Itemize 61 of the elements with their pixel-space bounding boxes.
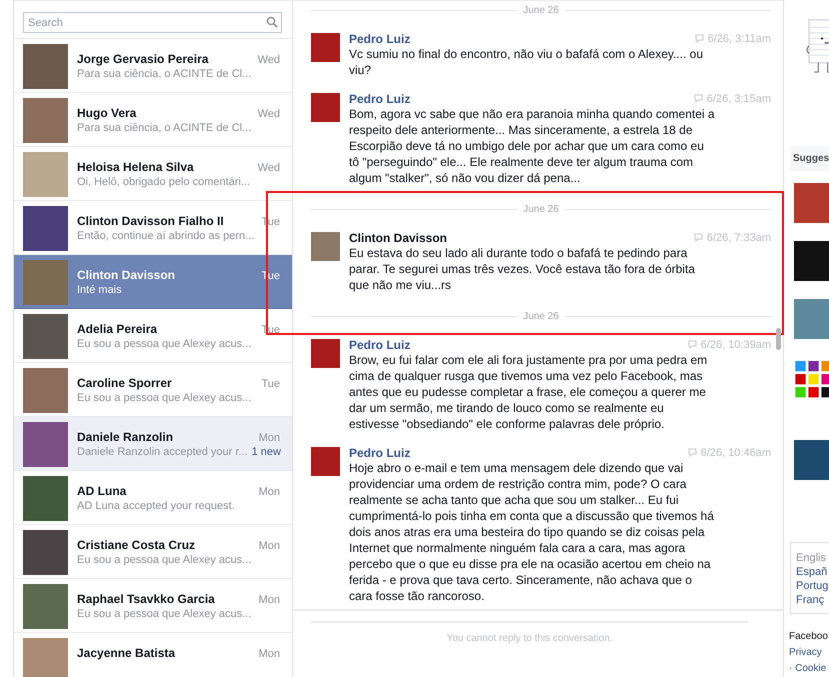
contact-name: Jorge Gervasio Pereira	[77, 52, 208, 66]
contact-name: Daniele Ranzolin	[77, 430, 174, 444]
conversation-time: Wed	[258, 54, 280, 66]
message-text: Hoje abro o e-mail e tem uma mensagem dele dizendo que vai providenciar uma ordem de restrição contra mim, pode? O cara realmente se acha tanto que acha que sou um stalker... Eu fui cumprimentá-lo pois tinha em conta que a discussão que tivemos há dois anos atras era uma besteira do tipo quando se diz coisas pela Internet que normalmente ninguém fala cara a cara, mas agora percebo que o que eu disse pra ele na ocasião acertou em cheio na ferida - e prova que tava certo. Sinceramente, não achava que o cara fosse tão rancoroso.	[349, 460, 715, 604]
message-preview: Oi, Helô, obrigado pelo comentári...	[77, 176, 250, 188]
message-text: Eu estava do seu lado ali durante todo o bafafá te pedindo para parar. Te segurei umas três vezes. Você estava tão fora de órbita que não me viu...rs	[349, 245, 696, 293]
contact-name: Cristiane Costa Cruz	[77, 538, 196, 552]
footer-link[interactable]: · Cookie	[789, 661, 829, 677]
message-preview: AD Luna accepted your request.	[77, 500, 235, 512]
contact-name: Clinton Davisson	[77, 268, 176, 282]
message-time: 6/26, 3:15am	[706, 92, 771, 104]
conversation-time: Mon	[258, 648, 280, 660]
message-preview: Eu sou a pessoa que Alexey acus...	[77, 608, 252, 620]
date-separator: June 26	[523, 5, 559, 16]
language-link[interactable]: Portug	[796, 579, 829, 594]
conversation-time: Tue	[261, 378, 280, 390]
contact-name: Adelia Pereira	[77, 322, 158, 336]
date-separator: June 26	[523, 311, 559, 322]
date-separator: June 26	[523, 204, 559, 215]
message-time: 6/26, 3:11am	[708, 32, 771, 44]
message-text: Bom, agora vc sabe que não era paranoia minha quando comentei a respeito dele anteriormente... Mas sinceramente, a estrela 18 de Escorpião deve tá no umbigo dele por achar que um cara como eu tô "perseguindo" ele... Ele realmente deve ter algum trauma com algum "stalker", só não vou dizer dá pena...	[349, 106, 716, 186]
suggestions-heading: Sugges	[790, 146, 829, 171]
contact-name: Caroline Sporrer	[77, 376, 172, 390]
sender-name[interactable]: Pedro Luiz	[349, 338, 410, 352]
message-preview: Para sua ciência, o ACINTE de Cl...	[77, 122, 252, 134]
message-text: Vc sumiu no final do encontro, não viu o bafafá com o Alexey.... ou viu?	[349, 46, 704, 78]
conversation-item[interactable]: Daniele Ranzolin Mon Daniele Ranzolin accepted your r... 1 new	[14, 417, 292, 471]
message-preview: Eu sou a pessoa que Alexey acus...	[77, 554, 252, 566]
message-preview: Eu sou a pessoa que Alexey acus...	[77, 392, 252, 404]
new-count: 1 new	[252, 446, 281, 458]
footer-link[interactable]: Privacy	[789, 645, 829, 661]
contact-name: Jacyenne Batista	[77, 646, 176, 660]
message-preview: Eu sou a pessoa que Alexey acus...	[77, 338, 252, 350]
contact-name: Clinton Davisson Fialho II	[77, 214, 224, 228]
contact-name: AD Luna	[77, 484, 126, 498]
language-link[interactable]: Españ	[796, 565, 829, 580]
sender-name[interactable]: Pedro Luiz	[349, 92, 410, 106]
conversation-time: Mon	[258, 594, 280, 606]
language-link[interactable]: Franç	[796, 593, 829, 608]
message-text: Brow, eu fui falar com ele ali fora justamente pra por uma pedra em cima de qualquer rusga que tivemos uma vez pelo Facebook, mas antes que eu pudesse completar a frase, ele começou a querer me dar um sermão, me tirando de louco como se realmente eu estivesse "obsediando" ele conforme palavras dele próprio.	[349, 352, 708, 432]
message-time: 6/26, 10:46am	[700, 446, 771, 458]
conversation-time: Wed	[258, 108, 280, 120]
conversation-time: Wed	[258, 162, 280, 174]
message-time: 6/26, 7:33am	[706, 232, 771, 244]
message-preview: Inté mais	[77, 284, 122, 296]
message-preview: Então, continue aí abrindo as pern...	[77, 230, 254, 242]
contact-name: Hugo Vera	[77, 106, 136, 120]
conversation-time: Mon	[258, 432, 280, 444]
sender-name[interactable]: Pedro Luiz	[349, 32, 410, 46]
contact-name: Raphael Tsavkko Garcia	[77, 592, 215, 606]
message-preview: Para sua ciência, o ACINTE de Cl...	[77, 68, 252, 80]
conversation-time: Mon	[258, 486, 280, 498]
sender-name[interactable]: Pedro Luiz	[349, 446, 410, 460]
reply-notice: You cannot reply to this conversation.	[311, 621, 748, 644]
message-preview: Daniele Ranzolin accepted your r...	[77, 446, 248, 458]
sender-name[interactable]: Clinton Davisson	[349, 231, 448, 245]
conversation-time: Mon	[258, 540, 280, 552]
message-time: 6/26, 10:39am	[700, 338, 771, 350]
search-field[interactable]: Search	[23, 12, 282, 33]
contact-name: Heloisa Helena Silva	[77, 160, 194, 174]
footer-link[interactable]: Faceboo	[789, 629, 829, 645]
